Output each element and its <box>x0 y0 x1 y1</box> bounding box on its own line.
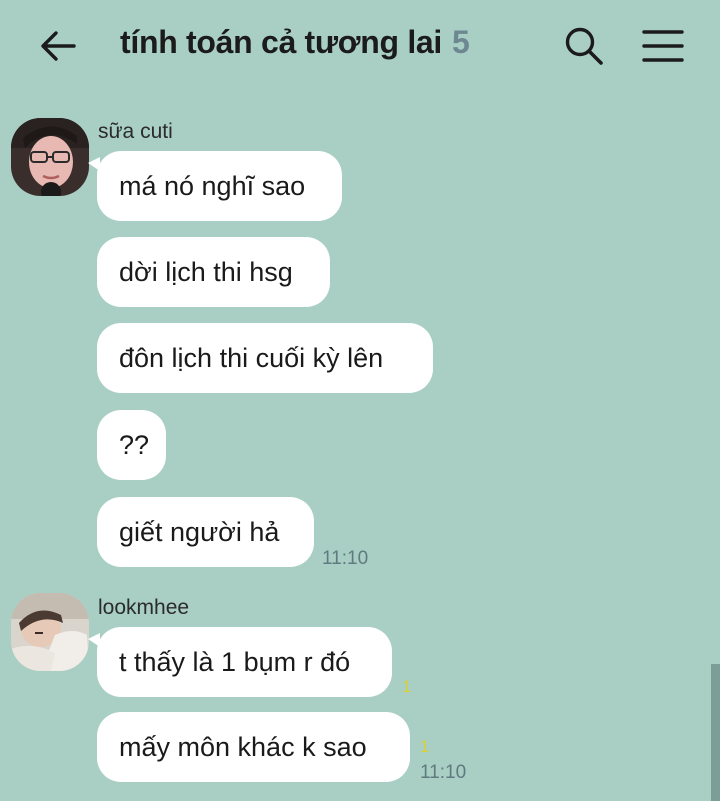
message-bubble[interactable]: dời lịch thi hsg <box>97 237 330 307</box>
message-bubble[interactable]: đôn lịch thi cuối kỳ lên <box>97 323 433 393</box>
avatar-sua-cuti[interactable] <box>11 118 89 196</box>
search-icon[interactable] <box>562 24 606 68</box>
message-bubble[interactable]: giết người hả <box>97 497 314 567</box>
message-bubble[interactable]: t thấy là 1 bụm r đó <box>88 627 392 697</box>
message-timestamp: 11:10 <box>322 548 369 569</box>
chat-title-text: tính toán cả tương lai <box>120 24 442 60</box>
sender-name: sữa cuti <box>98 120 173 143</box>
message-timestamp: 11:10 <box>420 762 467 783</box>
sender-name: lookmhee <box>98 596 190 619</box>
unread-count: 1 <box>402 677 412 696</box>
unread-count: 1 <box>420 737 430 756</box>
message-bubble[interactable]: ?? <box>97 410 166 480</box>
avatar-lookmhee[interactable] <box>11 593 89 671</box>
message-bubble[interactable]: má nó nghĩ sao <box>88 151 342 221</box>
member-count: 5 <box>452 24 470 60</box>
menu-icon[interactable] <box>640 26 686 66</box>
chat-title[interactable]: tính toán cả tương lai 5 <box>120 24 470 61</box>
avatar-photo <box>11 118 89 196</box>
scrollbar[interactable] <box>711 664 720 801</box>
avatar-photo <box>11 593 89 671</box>
back-arrow-icon[interactable] <box>38 26 78 66</box>
chat-header: tính toán cả tương lai 5 <box>0 0 720 92</box>
message-bubble[interactable]: mấy môn khác k sao <box>97 712 410 782</box>
